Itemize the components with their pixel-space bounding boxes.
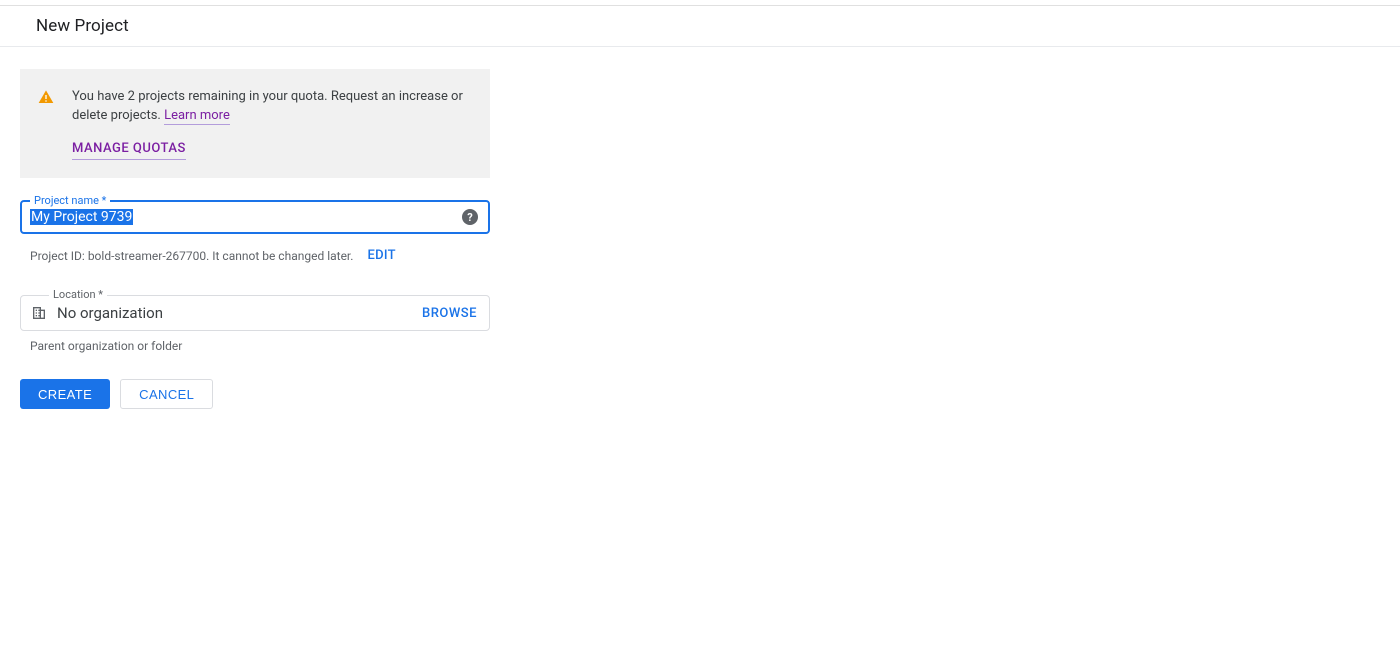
manage-quotas-link[interactable]: MANAGE QUOTAS — [72, 139, 186, 160]
project-name-input[interactable]: My Project 9739 — [30, 209, 133, 225]
edit-project-id-link[interactable]: EDIT — [367, 248, 395, 263]
quota-alert: You have 2 projects remaining in your qu… — [20, 69, 490, 178]
project-id-value: bold-streamer-267700 — [88, 249, 206, 263]
help-icon[interactable]: ? — [462, 209, 478, 225]
organization-icon — [31, 305, 47, 321]
warning-icon — [38, 89, 54, 105]
page-title: New Project — [36, 16, 1380, 36]
browse-button[interactable]: BROWSE — [422, 306, 477, 321]
cancel-button[interactable]: CANCEL — [120, 379, 213, 409]
project-id-helper: Project ID: bold-streamer-267700. It can… — [20, 248, 490, 263]
location-input-container[interactable]: Location * No organization BROWSE — [20, 295, 490, 331]
location-label: Location * — [49, 288, 107, 301]
create-button[interactable]: CREATE — [20, 379, 110, 409]
project-id-prefix: Project ID: — [30, 249, 88, 263]
project-name-label: Project name * — [30, 194, 110, 207]
project-name-input-container[interactable]: Project name * My Project 9739 ? — [20, 200, 490, 234]
alert-text: You have 2 projects remaining in your qu… — [72, 89, 463, 123]
alert-body: You have 2 projects remaining in your qu… — [72, 87, 468, 160]
page-header: New Project — [0, 6, 1400, 47]
location-helper: Parent organization or folder — [20, 339, 490, 353]
content-area: You have 2 projects remaining in your qu… — [0, 47, 1400, 429]
project-name-field: Project name * My Project 9739 ? Project… — [20, 200, 490, 263]
location-field: Location * No organization BROWSE Parent… — [20, 295, 490, 353]
location-value: No organization — [57, 304, 412, 322]
project-id-suffix: . It cannot be changed later. — [206, 249, 353, 263]
button-row: CREATE CANCEL — [20, 379, 1380, 409]
learn-more-link[interactable]: Learn more — [164, 108, 230, 125]
svg-text:?: ? — [467, 211, 473, 224]
